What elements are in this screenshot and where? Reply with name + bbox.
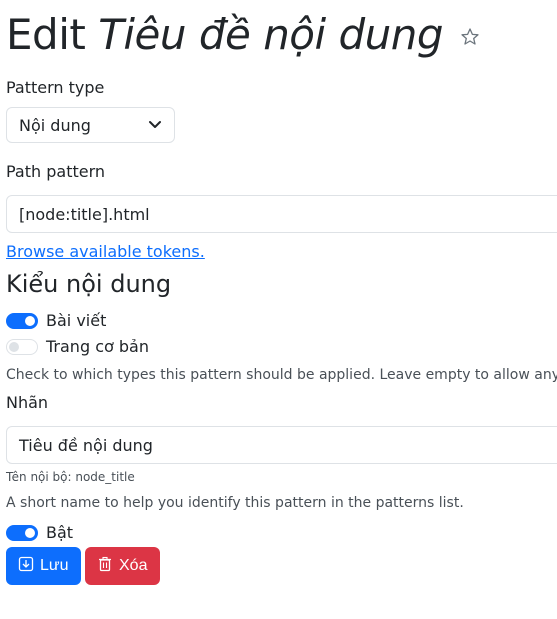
label-field-label: Nhãn — [6, 393, 49, 412]
path-pattern-value: [node:title].html — [19, 204, 150, 224]
enabled-label: Bật — [46, 523, 74, 542]
content-type-page-toggle[interactable]: Trang cơ bản — [6, 337, 149, 356]
delete-label: Xóa — [119, 557, 148, 574]
chevron-down-icon — [148, 116, 162, 135]
browse-tokens-link[interactable]: Browse available tokens. — [6, 242, 205, 262]
pattern-type-value: Nội dung — [19, 115, 91, 135]
content-type-page-label: Trang cơ bản — [46, 337, 149, 356]
pattern-type-label: Pattern type — [6, 78, 105, 97]
star-icon[interactable] — [460, 5, 480, 45]
pattern-type-select[interactable]: Nội dung — [6, 107, 175, 143]
content-types-heading: Kiểu nội dung — [6, 270, 172, 298]
label-input-value: Tiêu đề nội dung — [19, 435, 153, 455]
switch-on-icon[interactable] — [6, 524, 38, 541]
enabled-toggle[interactable]: Bật — [6, 523, 73, 542]
label-help: A short name to help you identify this p… — [6, 495, 464, 511]
path-pattern-label: Path pattern — [6, 162, 106, 181]
download-icon — [18, 556, 34, 577]
trash-icon — [97, 556, 113, 577]
page-title: Edit Tiêu đề nội dung — [6, 5, 480, 63]
label-input[interactable]: Tiêu đề nội dung — [6, 426, 557, 464]
save-button[interactable]: Lưu — [6, 547, 81, 585]
switch-off-icon[interactable] — [6, 338, 38, 355]
content-types-help: Check to which types this pattern should… — [6, 367, 557, 383]
delete-button[interactable]: Xóa — [85, 547, 160, 585]
page-title-name: Tiêu đề nội dung — [98, 10, 444, 59]
machine-name: Tên nội bộ: node_title — [6, 470, 135, 484]
save-label: Lưu — [40, 557, 69, 574]
path-pattern-input[interactable]: [node:title].html — [6, 195, 557, 233]
content-type-article-label: Bài viết — [46, 311, 107, 330]
switch-on-icon[interactable] — [6, 312, 38, 329]
page-title-prefix: Edit — [6, 10, 86, 59]
content-type-article-toggle[interactable]: Bài viết — [6, 311, 106, 330]
